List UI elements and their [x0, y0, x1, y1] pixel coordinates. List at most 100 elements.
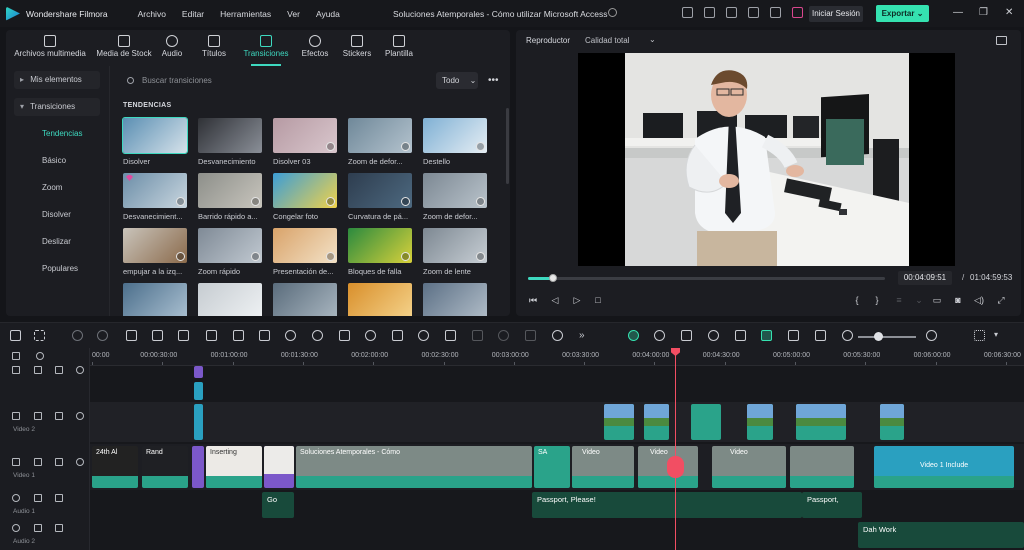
play-render-icon[interactable] [654, 330, 665, 341]
download-icon[interactable] [251, 197, 260, 206]
layout-options-icon[interactable] [974, 330, 985, 341]
delete-icon[interactable] [126, 330, 137, 341]
voiceover-icon[interactable] [735, 330, 746, 341]
transition-card[interactable]: Presentación de... [273, 228, 337, 276]
menu-ayuda[interactable]: Ayuda [316, 9, 340, 19]
speed-icon[interactable] [285, 330, 296, 341]
scissors-icon[interactable] [152, 330, 163, 341]
sidebar-item-disolver[interactable]: Disolver [14, 206, 100, 224]
transition-card[interactable]: empujar a la izq... [123, 228, 187, 276]
audio-clip[interactable]: Dah Work [858, 522, 1024, 548]
transition-card[interactable]: Zoom de lente [423, 228, 487, 276]
transition-thumbnail[interactable] [423, 283, 487, 316]
transition-card[interactable] [348, 283, 412, 316]
fullscreen-icon[interactable]: ⤢ [996, 295, 1006, 305]
transition-card[interactable]: Curvatura de pá... [348, 173, 412, 221]
filter-dropdown[interactable]: Todo ⌄ [436, 72, 478, 89]
transition-thumbnail[interactable] [198, 118, 262, 153]
tab-efectos[interactable]: Efectos [294, 30, 336, 66]
transition-card[interactable]: Desvanecimient... [123, 173, 187, 221]
download-icon[interactable] [326, 142, 335, 151]
sidebar-item-tendencias[interactable]: Tendencias [14, 125, 100, 143]
folder-icon[interactable] [34, 366, 42, 374]
download-icon[interactable] [476, 197, 485, 206]
sidebar-item-zoom[interactable]: Zoom [14, 179, 100, 197]
tab-media-de-stock[interactable]: Media de Stock [94, 30, 154, 66]
transition-thumbnail[interactable] [123, 283, 187, 316]
mask-icon[interactable] [418, 330, 429, 341]
timeline-clip[interactable] [644, 404, 669, 440]
save-icon[interactable] [704, 7, 715, 18]
previous-frame-icon[interactable]: ⏮ [528, 295, 538, 305]
volume-icon[interactable]: ◁) [974, 295, 984, 305]
transition-thumbnail[interactable] [198, 228, 262, 263]
zoom-out-icon[interactable] [842, 330, 853, 341]
volume-icon[interactable] [55, 524, 63, 532]
download-icon[interactable] [251, 252, 260, 261]
volume-icon[interactable] [55, 494, 63, 502]
ai-icon[interactable] [552, 330, 563, 341]
volume-icon[interactable] [55, 412, 63, 420]
headset-icon[interactable] [748, 7, 759, 18]
tab-titulos[interactable]: Títulos [190, 30, 238, 66]
record-icon[interactable] [498, 330, 509, 341]
audio-wave-icon[interactable] [206, 330, 217, 341]
zoom-slider[interactable] [858, 336, 916, 338]
minimize-icon[interactable]: — [953, 8, 963, 18]
download-icon[interactable] [176, 197, 185, 206]
menu-herramientas[interactable]: Herramientas [220, 9, 271, 19]
timeline-clip[interactable]: Video [572, 446, 634, 488]
tab-archivos-multimedia[interactable]: Archivos multimedia [6, 30, 94, 66]
menu-archivo[interactable]: Archivo [138, 9, 166, 19]
zoom-in-icon[interactable] [926, 330, 937, 341]
select-tool-icon[interactable] [34, 330, 45, 341]
audio-clip[interactable]: Passport, Please! [532, 492, 802, 518]
sidebar-item-basico[interactable]: Básico [14, 152, 100, 170]
maximize-icon[interactable]: ❐ [979, 8, 989, 18]
scissors-marker-icon[interactable] [667, 456, 684, 478]
timeline-clip[interactable] [691, 404, 721, 440]
mark-in-icon[interactable]: { [852, 295, 862, 305]
transition-card[interactable]: Bloques de falla [348, 228, 412, 276]
time-ruler[interactable]: 00:00 00:00:30:00 00:01:00:00 00:01:30:00 00… [90, 348, 1024, 366]
playhead[interactable] [667, 348, 684, 550]
chevron-down-icon[interactable]: ⌄ [649, 35, 656, 44]
download-icon[interactable] [476, 252, 485, 261]
timeline-clip[interactable] [264, 446, 294, 488]
timeline-clip[interactable] [604, 404, 634, 440]
download-icon[interactable] [401, 252, 410, 261]
tab-audio[interactable]: Audio [154, 30, 190, 66]
more-tools-icon[interactable]: » [579, 330, 590, 341]
transition-thumbnail[interactable] [273, 228, 337, 263]
sidebar-item-deslizar[interactable]: Deslizar [14, 233, 100, 251]
download-icon[interactable] [326, 197, 335, 206]
auto-highlight-icon[interactable] [628, 330, 639, 341]
pip-icon[interactable] [788, 330, 799, 341]
folder-icon[interactable] [34, 412, 42, 420]
cart-icon[interactable] [792, 7, 803, 18]
menu-ver[interactable]: Ver [287, 9, 300, 19]
panel-scrollbar[interactable] [506, 108, 509, 184]
color-icon[interactable] [312, 330, 323, 341]
menu-editar[interactable]: Editar [182, 9, 204, 19]
adjust-icon[interactable] [445, 330, 456, 341]
transition-card[interactable] [123, 283, 187, 316]
timeline-clip[interactable] [194, 382, 203, 400]
magnet-snap-icon[interactable] [761, 330, 772, 341]
transition-card[interactable] [273, 283, 337, 316]
timeline-clip[interactable]: Rand [142, 446, 188, 488]
timeline-clip[interactable]: Video [712, 446, 786, 488]
crop-icon[interactable] [178, 330, 189, 341]
zoom-fit-icon[interactable]: ⌄ [914, 295, 924, 305]
snapshot-icon[interactable] [996, 36, 1007, 45]
sidebar-item-populares[interactable]: Populares [14, 260, 100, 278]
volume-icon[interactable] [55, 366, 63, 374]
search-input[interactable]: Buscar transiciones [142, 76, 212, 85]
transition-card[interactable]: Congelar foto [273, 173, 337, 221]
play-icon[interactable]: ▷ [572, 295, 582, 305]
transition-thumbnail[interactable] [198, 283, 262, 316]
grid-icon[interactable] [770, 7, 781, 18]
timeline-clip[interactable] [790, 446, 854, 488]
transition-card[interactable] [198, 283, 262, 316]
timeline-clip[interactable] [194, 404, 203, 440]
